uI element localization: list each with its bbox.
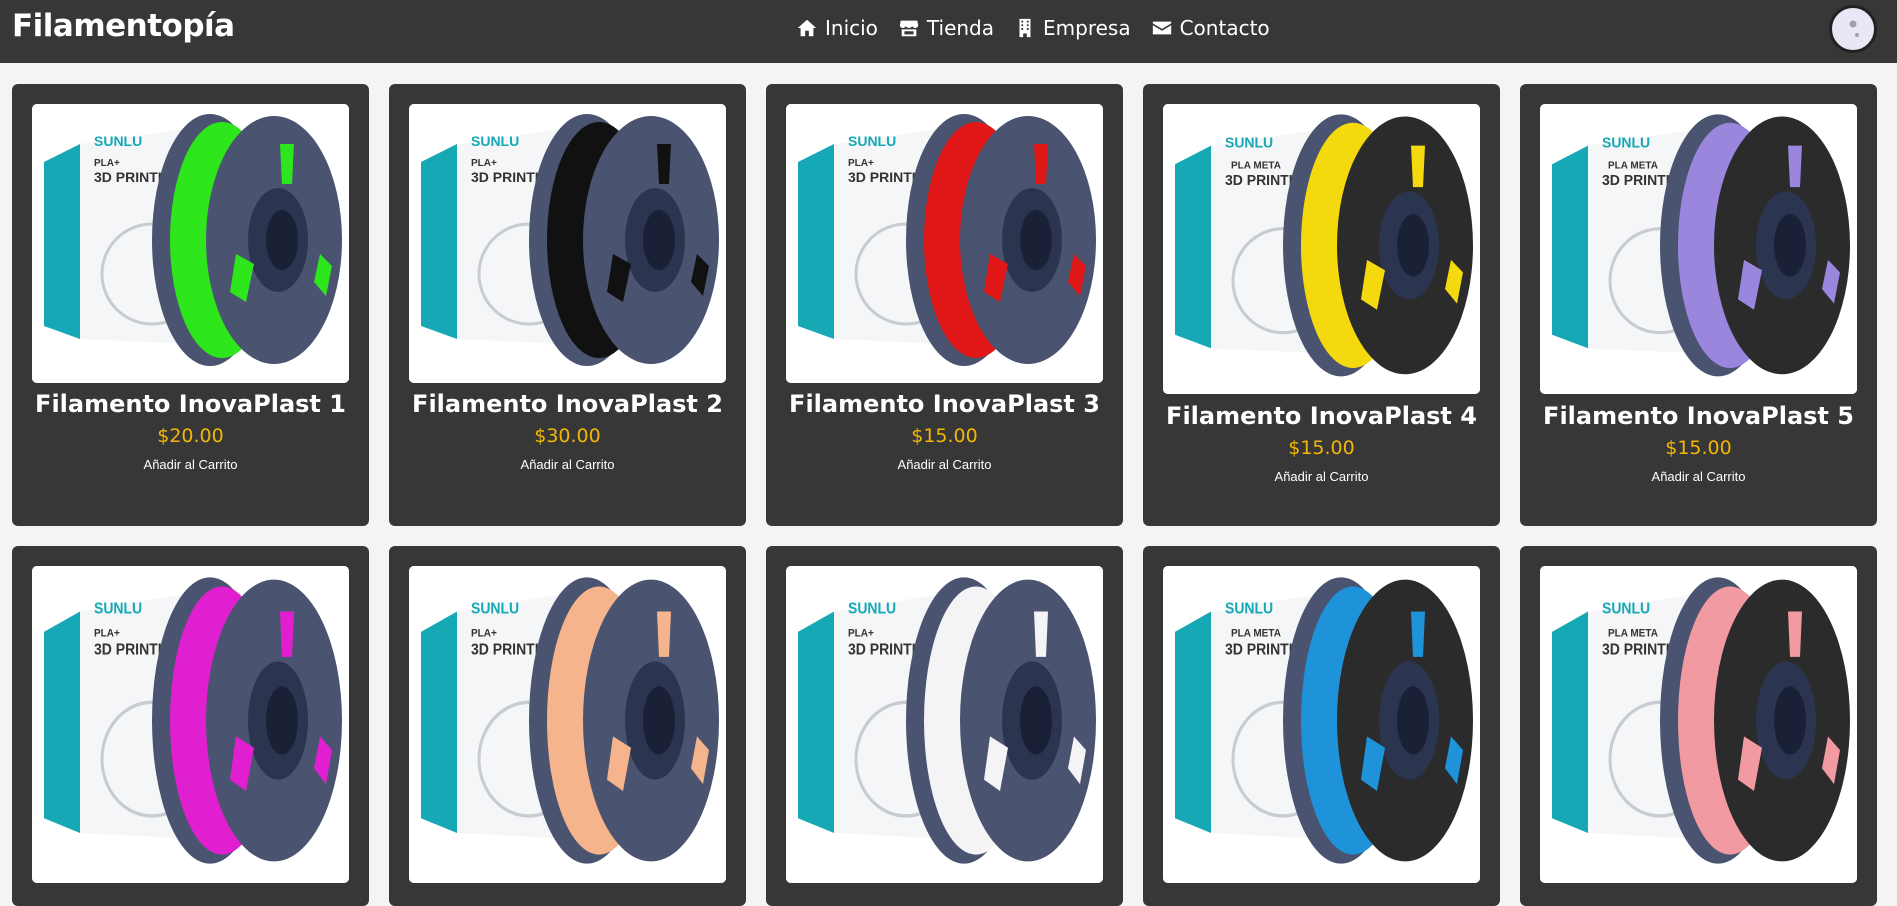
box-brand-text: SUNLU bbox=[1225, 600, 1273, 618]
box-brand-text: SUNLU bbox=[1602, 600, 1650, 618]
product-card: SUNLU PLA META 3D PRINTI bbox=[1143, 546, 1500, 906]
box-line1-text: PLA+ bbox=[471, 158, 497, 169]
filament-spool-illustration: SUNLUPLA+3D PRINTIN bbox=[32, 104, 349, 383]
product-title: Filamento InovaPlast 5 bbox=[1543, 402, 1854, 430]
envelope-icon bbox=[1152, 21, 1171, 35]
add-to-cart-button[interactable]: Añadir al Carrito bbox=[1261, 469, 1382, 484]
filament-spool-illustration: SUNLU PLA+3D PRINTI bbox=[409, 566, 726, 883]
box-brand-text: SUNLU bbox=[471, 133, 519, 149]
product-card: SUNLU PLA META 3D PRINTI Filamento InovaPla… bbox=[1143, 84, 1500, 526]
product-card: SUNLU PLA+ 3D PRINTIN Filamento InovaPlast … bbox=[12, 84, 369, 526]
user-icon bbox=[1833, 9, 1873, 49]
store-icon bbox=[899, 20, 919, 37]
top-navbar: Filamentopía Inicio Tienda Empresa Conta… bbox=[0, 0, 1897, 63]
nav-inicio[interactable]: Inicio bbox=[796, 16, 878, 40]
nav-empresa[interactable]: Empresa bbox=[1014, 16, 1131, 40]
box-brand-text: SUNLU bbox=[1602, 135, 1650, 151]
home-icon bbox=[797, 19, 817, 37]
add-to-cart-button[interactable]: Añadir al Carrito bbox=[507, 457, 628, 472]
box-line2-text: 3D PRINTI bbox=[1602, 173, 1670, 189]
main-nav: Inicio Tienda Empresa Contacto bbox=[796, 14, 1290, 42]
box-line2-text: 3D PRINTI bbox=[94, 641, 162, 659]
product-card: SUNLU PLA+ 3D PRINTI bbox=[389, 546, 746, 906]
add-to-cart-button[interactable]: Añadir al Carrito bbox=[130, 457, 251, 472]
product-price: $15.00 bbox=[911, 425, 978, 447]
product-title: Filamento InovaPlast 3 bbox=[789, 390, 1100, 418]
filament-spool-illustration: SUNLUPLA+3D PRINTIN bbox=[409, 104, 726, 383]
box-brand-text: SUNLU bbox=[94, 600, 142, 618]
product-title: Filamento InovaPlast 1 bbox=[35, 390, 346, 418]
product-image[interactable]: SUNLU PLA+ 3D PRINTIN bbox=[409, 104, 726, 383]
box-brand-text: SUNLU bbox=[848, 133, 896, 149]
box-line1-text: PLA+ bbox=[94, 627, 120, 640]
product-image[interactable]: SUNLU PLA META 3D PRINTI bbox=[1540, 104, 1857, 394]
box-line1-text: PLA+ bbox=[94, 158, 120, 169]
filament-spool-illustration: SUNLU PLA META 3D PRINTI bbox=[1540, 104, 1857, 394]
filament-spool-illustration: SUNLU PLA META3D PRINTI bbox=[1540, 566, 1857, 883]
filament-spool-illustration: SUNLU PLA+3D PRINTI bbox=[32, 566, 349, 883]
box-line2-text: 3D PRINTI bbox=[471, 641, 539, 659]
box-brand-text: SUNLU bbox=[1225, 135, 1273, 151]
user-avatar[interactable] bbox=[1829, 5, 1877, 53]
product-image[interactable]: SUNLU PLA+ 3D PRINTIN bbox=[32, 104, 349, 383]
product-card: SUNLU PLA+ 3D PRINTI bbox=[766, 546, 1123, 906]
box-brand-text: SUNLU bbox=[94, 133, 142, 149]
product-image[interactable]: SUNLU PLA META 3D PRINTI bbox=[1163, 566, 1480, 883]
product-price: $30.00 bbox=[534, 425, 601, 447]
product-price: $15.00 bbox=[1665, 437, 1732, 459]
nav-contacto-label: Contacto bbox=[1179, 16, 1270, 40]
nav-tienda-label: Tienda bbox=[926, 16, 995, 40]
product-image[interactable]: SUNLU PLA META 3D PRINTI bbox=[1540, 566, 1857, 883]
product-image[interactable]: SUNLU PLA META 3D PRINTI bbox=[1163, 104, 1480, 394]
building-icon bbox=[1019, 18, 1031, 38]
add-to-cart-button[interactable]: Añadir al Carrito bbox=[1638, 469, 1759, 484]
nav-empresa-label: Empresa bbox=[1043, 16, 1131, 40]
nav-inicio-label: Inicio bbox=[825, 16, 878, 40]
product-image[interactable]: SUNLU PLA+ 3D PRINTI bbox=[786, 566, 1103, 883]
box-line1-text: PLA+ bbox=[848, 627, 874, 640]
box-brand-text: SUNLU bbox=[471, 600, 519, 618]
box-line2-text: 3D PRINTI bbox=[1602, 641, 1670, 659]
product-card: SUNLU PLA+ 3D PRINTIN Filamento InovaPlast … bbox=[766, 84, 1123, 526]
product-title: Filamento InovaPlast 2 bbox=[412, 390, 723, 418]
box-line1-text: PLA META bbox=[1608, 160, 1659, 171]
product-title: Filamento InovaPlast 4 bbox=[1166, 402, 1477, 430]
nav-tienda[interactable]: Tienda bbox=[898, 16, 994, 40]
filament-spool-illustration: SUNLU PLA META3D PRINTI bbox=[1163, 566, 1480, 883]
box-line1-text: PLA META bbox=[1608, 627, 1658, 640]
box-brand-text: SUNLU bbox=[848, 600, 896, 618]
product-image[interactable]: SUNLU PLA+ 3D PRINTI bbox=[32, 566, 349, 883]
product-card: SUNLU PLA META 3D PRINTI bbox=[1520, 546, 1877, 906]
box-line1-text: PLA+ bbox=[471, 627, 497, 640]
product-card: SUNLU PLA META 3D PRINTI Filamento InovaPla… bbox=[1520, 84, 1877, 526]
product-price: $15.00 bbox=[1288, 437, 1355, 459]
nav-contacto[interactable]: Contacto bbox=[1151, 16, 1270, 40]
box-line2-text: 3D PRINTI bbox=[848, 641, 916, 659]
product-image[interactable]: SUNLU PLA+ 3D PRINTIN bbox=[786, 104, 1103, 383]
box-line1-text: PLA META bbox=[1231, 627, 1281, 640]
box-line1-text: PLA META bbox=[1231, 160, 1282, 171]
product-image[interactable]: SUNLU PLA+ 3D PRINTI bbox=[409, 566, 726, 883]
box-line2-text: 3D PRINTI bbox=[1225, 641, 1293, 659]
filament-spool-illustration: SUNLUPLA+3D PRINTIN bbox=[786, 104, 1103, 383]
product-card: SUNLU PLA+ 3D PRINTI bbox=[12, 546, 369, 906]
product-price: $20.00 bbox=[157, 425, 224, 447]
add-to-cart-button[interactable]: Añadir al Carrito bbox=[884, 457, 1005, 472]
filament-spool-illustration: SUNLU PLA+3D PRINTI bbox=[786, 566, 1103, 883]
box-line2-text: 3D PRINTI bbox=[1225, 173, 1293, 189]
product-card: SUNLU PLA+ 3D PRINTIN Filamento InovaPlast … bbox=[389, 84, 746, 526]
box-line1-text: PLA+ bbox=[848, 158, 874, 169]
filament-spool-illustration: SUNLU PLA META 3D PRINTI bbox=[1163, 104, 1480, 394]
brand-logo[interactable]: Filamentopía bbox=[12, 8, 235, 44]
